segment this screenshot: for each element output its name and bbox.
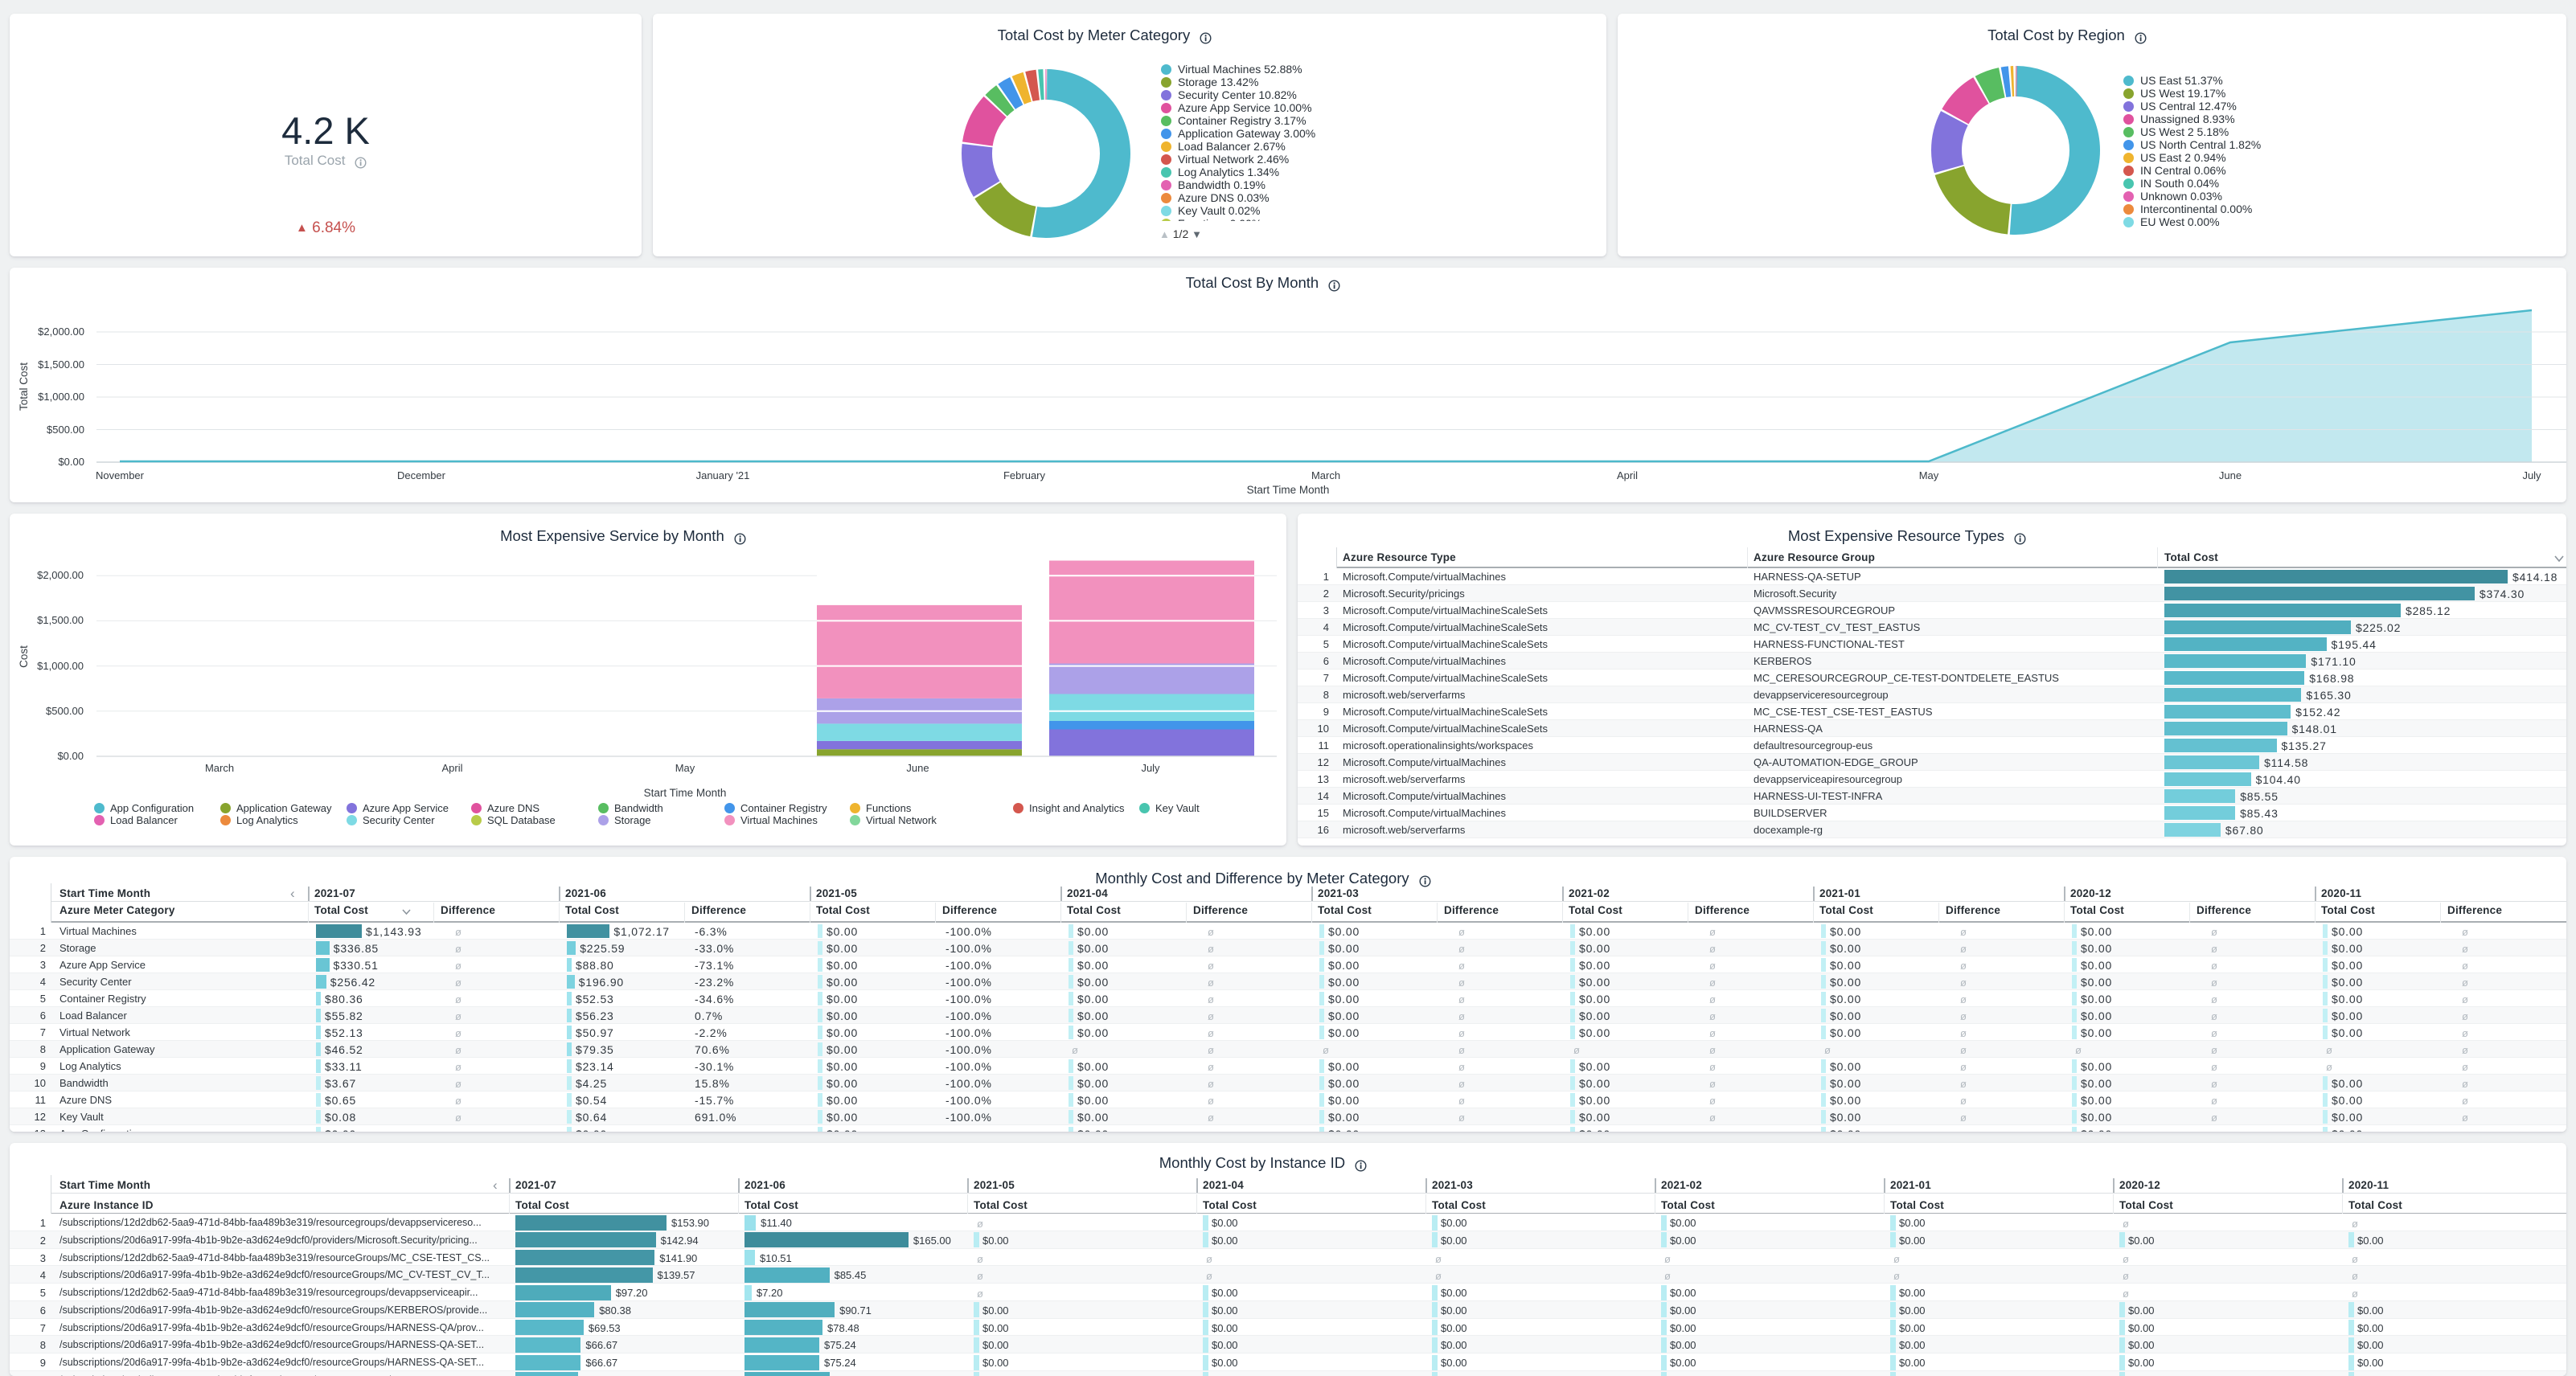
svg-text:Cost: Cost [18, 645, 30, 668]
svg-text:Total Cost: Total Cost [18, 362, 30, 411]
